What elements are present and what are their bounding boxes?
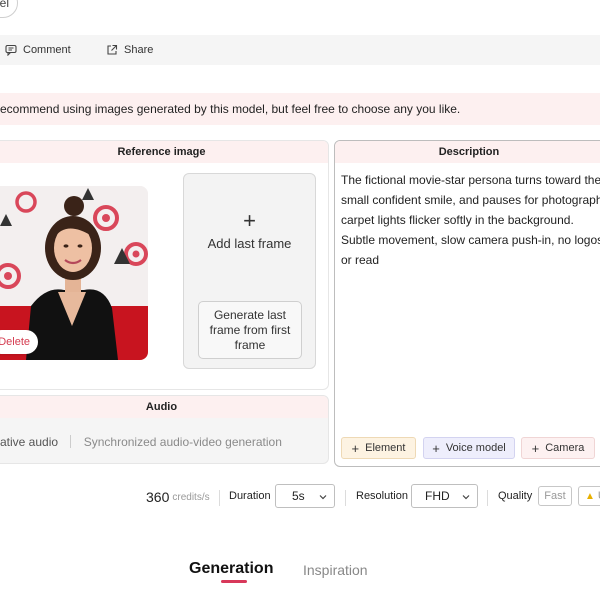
credits-unit: credits/s [172,491,210,503]
comment-label: Comment [23,44,71,56]
resolution-value: FHD [425,489,450,503]
comment-button[interactable]: Comment [5,35,71,65]
chevron-down-icon [318,491,328,505]
camera-chip[interactable]: + Camera [521,437,595,459]
resolution-label: Resolution [356,490,408,502]
duration-value: 5s [292,489,305,503]
comment-icon [5,44,17,56]
native-audio-label: ative audio [0,435,59,449]
bolt-icon: ▲ [585,490,595,502]
top-pill-label: el [0,0,9,10]
voice-model-chip[interactable]: + Voice model [423,437,515,459]
quality-label: Quality [498,490,533,502]
native-audio-option[interactable]: ative audio Synchronized audio-video gen… [0,435,282,449]
credits-display: 360 credits/s [146,489,210,505]
active-tab-indicator [221,580,247,583]
element-chip-label: Element [365,442,406,454]
credits-value: 360 [146,489,170,505]
toolbar: Comment Share [0,35,600,65]
tab-generation[interactable]: Generation [189,560,273,578]
banner-text: ecommend using images generated by this … [0,102,461,116]
description-title: Description [438,146,500,158]
add-last-frame-label: Add last frame [207,236,292,251]
duration-select[interactable]: 5s [275,484,335,508]
generate-last-frame-label: Generate last frame from first frame [209,307,291,352]
share-icon [106,44,118,56]
delete-image-button[interactable]: Delete [0,330,38,354]
generate-last-frame-button[interactable]: Generate last frame from first frame [198,301,302,359]
divider [345,490,346,506]
quality-fast-button[interactable]: Fast [538,486,572,506]
quality-fast-label: Fast [544,490,566,502]
audio-title: Audio [145,401,178,413]
divider [219,490,220,506]
generation-settings-bar: 360 credits/s Duration 5s Resolution FHD… [0,482,600,512]
resolution-select[interactable]: FHD [411,484,478,508]
camera-chip-label: Camera [545,442,585,454]
plus-icon: + [531,440,540,456]
delete-label: Delete [0,336,30,348]
description-panel: Description The fictional movie-star per… [334,140,600,467]
plus-icon: + [432,440,440,456]
tab-generation-label: Generation [189,560,274,577]
share-label: Share [124,44,154,56]
plus-icon: + [243,208,256,233]
audio-divider [70,435,72,448]
plus-icon: + [351,440,360,456]
duration-label: Duration [229,490,271,502]
description-header: Description [335,141,600,163]
reference-image-header: Reference image [0,141,328,163]
chevron-down-icon [461,491,471,505]
audio-header: Audio [0,396,328,418]
reference-image-title: Reference image [117,146,206,158]
native-audio-description: Synchronized audio-video generation [83,435,282,449]
audio-panel: Audio [0,395,329,464]
voice-model-chip-label: Voice model [445,442,506,454]
share-button[interactable]: Share [106,35,153,65]
tab-inspiration-label: Inspiration [303,562,368,578]
divider [487,490,488,506]
add-last-frame-card[interactable]: + Add last frame Generate last frame fro… [183,173,316,369]
quality-ultra-button[interactable]: ▲ U [578,486,600,506]
tab-inspiration[interactable]: Inspiration [303,562,368,578]
description-textarea[interactable]: The fictional movie-star persona turns t… [341,170,600,270]
recommendation-banner: ecommend using images generated by this … [0,93,600,125]
element-chip[interactable]: + Element [341,437,416,459]
top-pill-button[interactable]: el [0,0,18,18]
